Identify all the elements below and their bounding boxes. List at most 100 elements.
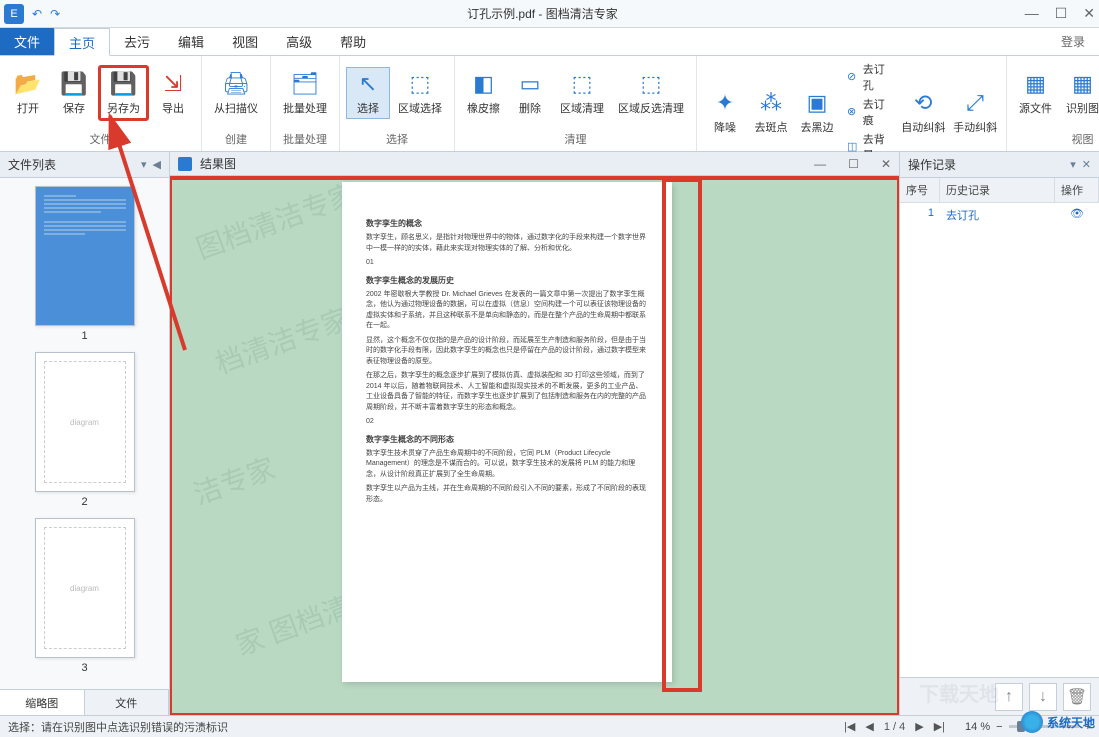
globe-icon [1021,711,1043,733]
doc-p5: 数字孪生技术贯穿了产品生命周期中的不同阶段，它同 PLM（Product Lif… [366,449,648,481]
ribbon-group-file-label: 文件 [0,129,201,151]
operation-log-header: 操作记录 ▾ ✕ [900,152,1099,178]
document-viewport[interactable]: 图档清洁专家 图档清洁 档清洁专家 图档清洁专 洁专家 图档清洁专 家 图档清洁… [170,176,899,715]
col-history: 历史记录 [940,178,1055,202]
doc-minimize-icon[interactable]: — [814,157,826,171]
ribbon-group-select-label: 选择 [340,129,454,151]
descar-button[interactable]: ⊗去订痕 [845,95,892,129]
saveas-icon: 💾 [110,70,138,98]
tab-thumbnail[interactable]: 缩略图 [0,690,85,715]
page-number-3: 3 [81,662,87,674]
thumbnail-1[interactable]: 1 [30,186,140,342]
tab-file[interactable]: 文件 [85,690,170,715]
despeckle-icon: ⁂ [757,89,785,117]
delete-button[interactable]: ▭删除 [508,68,552,118]
oplog-close-icon[interactable]: ✕ [1082,158,1091,171]
save-button[interactable]: 💾保存 [52,68,96,118]
menubar: 文件 主页 去污 编辑 视图 高级 帮助 登录 [0,28,1099,56]
doc-close-icon[interactable]: ✕ [881,157,891,171]
operation-row-1[interactable]: 1 去订孔 👁 [900,203,1099,227]
center-panel: 结果图 — ☐ ✕ 图档清洁专家 图档清洁 档清洁专家 图档清洁专 洁专家 图档… [170,152,899,715]
doc-p3: 显然，这个概念不仅仅指的是产品的设计阶段，而延展至生产制造和服务阶段，但是由于当… [366,336,648,368]
filter-icon[interactable]: ▾ [141,158,147,171]
window-controls: — ☐ ✕ [1025,5,1095,22]
auto-correct-button[interactable]: ⟲自动纠斜 [898,87,948,137]
trash-button[interactable]: 🗑 [1063,683,1091,711]
region-clean-button[interactable]: ⬚区域清理 [554,68,610,118]
doc-n1: 01 [366,258,648,269]
doc-maximize-icon[interactable]: ☐ [848,157,859,171]
select-button[interactable]: ↖选择 [346,67,390,119]
menu-view[interactable]: 视图 [218,28,272,55]
page-nav: |◀ ◀ 1 / 4 ▶ ▶| [844,720,945,733]
folder-icon: 📂 [14,70,42,98]
doc-p2: 2002 年密歇根大学教授 Dr. Michael Grieves 在发表的一篇… [366,290,648,332]
scar-icon: ⊗ [847,105,859,119]
ribbon: 📂打开 💾保存 💾另存为 ⇲导出 文件 🖨从扫描仪 创建 🗂批量处理 批量处理 … [0,56,1099,152]
deblack-button[interactable]: ▣去黑边 [795,87,839,137]
batch-button[interactable]: 🗂批量处理 [277,68,333,118]
move-down-button[interactable]: ↓ [1029,683,1057,711]
window-title: 订孔示例.pdf - 图档清洁专家 [60,5,1025,22]
last-page-icon[interactable]: ▶| [934,720,945,733]
statusbar: 选择：请在识别图中点选识别错误的污渍标识 |◀ ◀ 1 / 4 ▶ ▶| 14 … [0,715,1099,737]
doc-p1: 数字孪生，顾名思义，是指针对物理世界中的物体，通过数字化的手段来构建一个数字世界… [366,233,648,254]
ribbon-group-clean: ◧橡皮擦 ▭删除 ⬚区域清理 ⬚区域反选清理 清理 [455,56,697,151]
menu-advanced[interactable]: 高级 [272,28,326,55]
collapse-icon[interactable]: ◀ [153,158,161,171]
open-button[interactable]: 📂打开 [6,68,50,118]
zoom-value: 14 % [965,721,990,733]
menu-home[interactable]: 主页 [54,28,110,56]
prev-page-icon[interactable]: ◀ [865,720,873,733]
eye-icon[interactable]: 👁 [1055,203,1099,227]
eraser-icon: ◧ [470,70,498,98]
zoom-out-icon[interactable]: − [996,721,1002,733]
op-history: 去订孔 [940,203,1055,227]
recognize-view-button[interactable]: ▦识别图 [1060,68,1099,118]
oplog-min-icon[interactable]: ▾ [1070,158,1076,171]
redo-icon[interactable]: ↷ [50,7,60,21]
export-button[interactable]: ⇲导出 [151,68,195,118]
denoise-button[interactable]: ✦降噪 [703,87,747,137]
close-icon[interactable]: ✕ [1083,5,1095,22]
ribbon-group-clean-label: 清理 [455,129,696,151]
thumbnail-3[interactable]: diagram 3 [30,518,140,674]
eraser-button[interactable]: ◧橡皮擦 [461,68,506,118]
marquee-icon: ⬚ [406,70,434,98]
denoise-icon: ✦ [711,89,739,117]
region-invert-icon: ⬚ [637,70,665,98]
next-page-icon[interactable]: ▶ [915,720,923,733]
thumbnail-2[interactable]: diagram 2 [30,352,140,508]
menu-clean[interactable]: 去污 [110,28,164,55]
dehole-button[interactable]: ⊘去订孔 [845,60,892,94]
cursor-icon: ↖ [354,70,382,98]
source-view-button[interactable]: ▦源文件 [1013,68,1058,118]
undo-icon[interactable]: ↶ [32,7,42,21]
menu-edit[interactable]: 编辑 [164,28,218,55]
menu-help[interactable]: 帮助 [326,28,380,55]
move-up-button[interactable]: ↑ [995,683,1023,711]
maximize-icon[interactable]: ☐ [1055,5,1068,22]
page-number-1: 1 [81,330,87,342]
ribbon-group-batch-label: 批量处理 [271,129,339,151]
doc-window-titlebar: 结果图 — ☐ ✕ [170,152,899,176]
doc-icon [178,157,192,171]
page-number-2: 2 [81,496,87,508]
scanner-button[interactable]: 🖨从扫描仪 [208,68,264,118]
region-invert-button[interactable]: ⬚区域反选清理 [612,68,690,118]
first-page-icon[interactable]: |◀ [844,720,855,733]
saveas-button[interactable]: 💾另存为 [98,65,149,121]
bg-watermark: 下载天地 [919,678,999,707]
menu-file[interactable]: 文件 [0,28,54,55]
auto-correct-icon: ⟲ [909,89,937,117]
manual-correct-button[interactable]: ⤢手动纠斜 [950,87,1000,137]
despeckle-button[interactable]: ⁂去斑点 [749,87,793,137]
app-icon: E [4,4,24,24]
region-clean-icon: ⬚ [568,70,596,98]
status-hint: 选择：请在识别图中点选识别错误的污渍标识 [8,719,228,735]
login-link[interactable]: 登录 [1047,28,1099,55]
minimize-icon[interactable]: — [1025,5,1039,22]
region-select-button[interactable]: ⬚区域选择 [392,68,448,118]
file-list-title: 文件列表 [8,156,56,173]
operation-table-header: 序号 历史记录 操作 [900,178,1099,203]
